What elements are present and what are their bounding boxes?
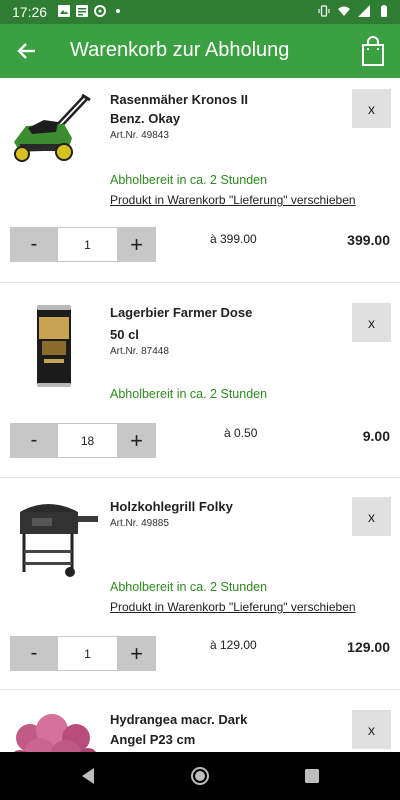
cart-list[interactable]: Rasenmäher Kronos II Benz. Okay Art.Nr. … xyxy=(0,78,400,752)
unit-price: à 399.00 xyxy=(210,232,257,246)
remove-item-button[interactable]: x xyxy=(352,497,391,536)
quantity-field[interactable]: 18 xyxy=(58,423,117,458)
availability-text: Abholbereit in ca. 2 Stunden xyxy=(110,173,268,187)
cart-item: Holzkohlegrill Folky Art.Nr. 49885 Abhol… xyxy=(0,478,400,690)
status-bar: 17:26 xyxy=(0,0,400,24)
increase-button[interactable]: + xyxy=(117,227,156,262)
product-name-line2: Benz. Okay xyxy=(110,111,181,126)
line-total: 129.00 xyxy=(347,639,390,655)
product-name-line1: Rasenmäher Kronos II xyxy=(110,92,248,107)
arrow-back-icon[interactable] xyxy=(12,36,42,66)
cart-item: Lagerbier Farmer Dose 50 cl Art.Nr. 8744… xyxy=(0,283,400,478)
product-image-lawn-mower xyxy=(14,93,91,162)
availability-text: Abholbereit in ca. 2 Stunden xyxy=(110,387,268,401)
wifi-icon xyxy=(338,6,350,16)
product-image-charcoal-grill xyxy=(20,504,98,577)
remove-item-button[interactable]: x xyxy=(352,710,391,749)
move-to-delivery-link[interactable]: Produkt in Warenkorb "Lieferung" verschi… xyxy=(110,193,356,207)
quantity-stepper: - 1 + xyxy=(10,227,156,262)
page-title: Warenkorb zur Abholung xyxy=(70,39,290,61)
shopping-bag-icon[interactable] xyxy=(358,35,388,67)
quantity-field[interactable]: 1 xyxy=(58,636,117,671)
decrease-button[interactable]: - xyxy=(10,423,58,458)
move-to-delivery-link[interactable]: Produkt in Warenkorb "Lieferung" verschi… xyxy=(110,600,356,614)
product-name-line2: Angel P23 cm xyxy=(110,732,196,747)
cart-item: Hydrangea macr. Dark Angel P23 cm x xyxy=(0,690,400,752)
news-icon xyxy=(76,5,88,17)
unit-price: à 129.00 xyxy=(210,638,257,652)
decrease-button[interactable]: - xyxy=(10,227,58,262)
line-total: 399.00 xyxy=(347,232,390,248)
product-name-line1: Hydrangea macr. Dark xyxy=(110,712,248,727)
signal-icon xyxy=(358,5,370,17)
product-image-hydrangea xyxy=(14,714,96,752)
increase-button[interactable]: + xyxy=(117,423,156,458)
remove-item-button[interactable]: x xyxy=(352,303,391,342)
increase-button[interactable]: + xyxy=(117,636,156,671)
app-bar: Warenkorb zur Abholung xyxy=(0,24,400,78)
article-number: Art.Nr. 87448 xyxy=(110,346,169,357)
product-name-line2: 50 cl xyxy=(110,327,139,342)
image-icon xyxy=(58,5,70,17)
unit-price: à 0.50 xyxy=(224,426,258,440)
recents-square-icon[interactable] xyxy=(302,766,322,786)
article-number: Art.Nr. 49843 xyxy=(110,130,169,141)
decrease-button[interactable]: - xyxy=(10,636,58,671)
back-triangle-icon[interactable] xyxy=(78,766,98,786)
line-total: 9.00 xyxy=(362,428,390,444)
remove-item-button[interactable]: x xyxy=(352,89,391,128)
product-name-line1: Lagerbier Farmer Dose xyxy=(110,305,253,320)
system-nav-bar xyxy=(0,752,400,800)
product-image-beer-can xyxy=(37,305,71,387)
quantity-field[interactable]: 1 xyxy=(58,227,117,262)
quantity-stepper: - 1 + xyxy=(10,636,156,671)
dot-icon xyxy=(116,9,120,13)
cart-item: Rasenmäher Kronos II Benz. Okay Art.Nr. … xyxy=(0,78,400,283)
status-time: 17:26 xyxy=(12,4,48,20)
product-name-line1: Holzkohlegrill Folky xyxy=(110,499,233,514)
home-circle-icon[interactable] xyxy=(190,766,210,786)
availability-text: Abholbereit in ca. 2 Stunden xyxy=(110,580,268,594)
battery-icon xyxy=(381,5,387,17)
vibrate-icon xyxy=(318,5,330,17)
article-number: Art.Nr. 49885 xyxy=(110,518,169,529)
quantity-stepper: - 18 + xyxy=(10,423,156,458)
sync-icon xyxy=(94,5,106,17)
